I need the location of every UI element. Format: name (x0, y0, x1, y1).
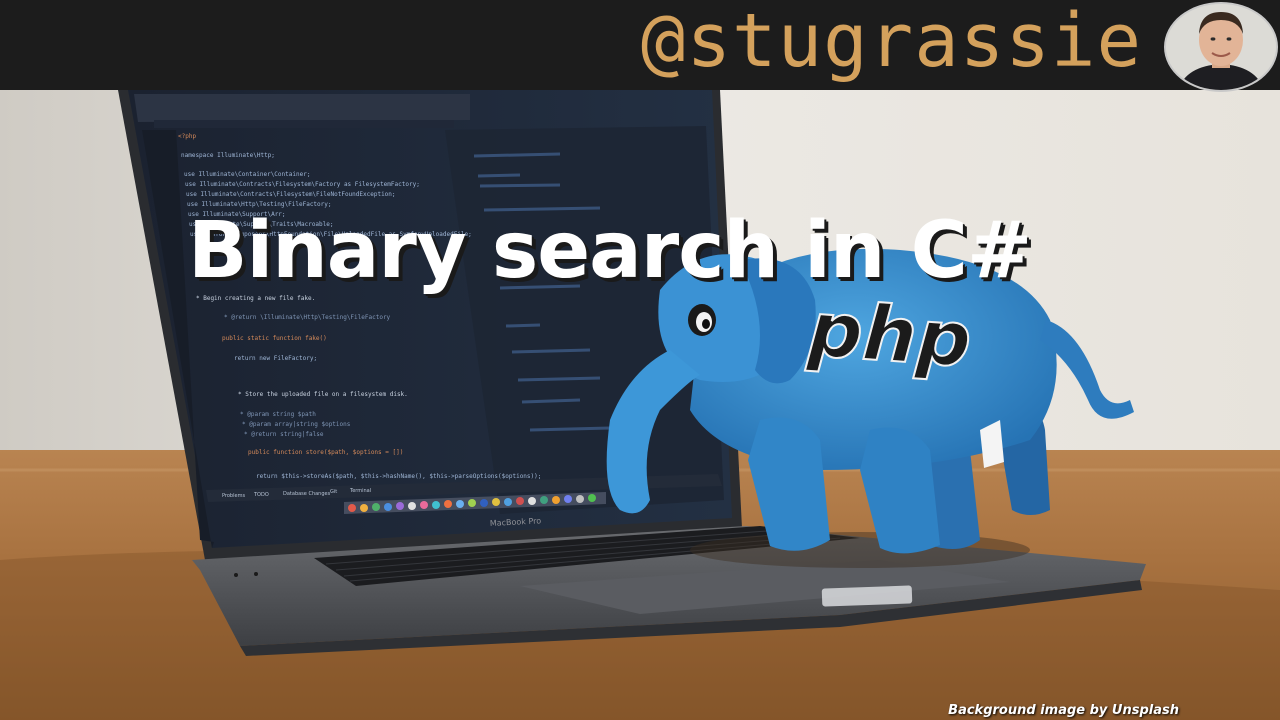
code-line: use Illuminate\Container\Container; (184, 171, 310, 178)
code-line: * @param array|string $options (242, 421, 351, 428)
code-line: return $this->storeAs($path, $this->hash… (256, 473, 541, 480)
code-line: use Illuminate\Contracts\Filesystem\File… (186, 191, 396, 198)
author-handle: @stugrassie (640, 0, 1142, 84)
code-line: * Store the uploaded file on a filesyste… (238, 391, 408, 398)
svg-text:php: php (805, 284, 975, 384)
code-line: return new FileFactory; (234, 355, 317, 362)
code-line: <?php (178, 133, 196, 140)
code-line: use Illuminate\Contracts\Filesystem\Fact… (185, 181, 420, 188)
code-line: * @return \Illuminate\Http\Testing\FileF… (224, 314, 391, 321)
status-item: TODO (253, 492, 269, 498)
code-line: * @return string|false (244, 431, 324, 438)
code-line: * Begin creating a new file fake. (196, 295, 315, 302)
status-item: Git (330, 489, 337, 495)
background-photo: <?php namespace Illuminate\Http; use Ill… (0, 90, 1280, 720)
code-line: public function store($path, $options = … (248, 449, 403, 456)
avatar-icon (1164, 2, 1278, 92)
page-title: Binary search in C# (188, 206, 1032, 296)
code-line: * @param string $path (240, 411, 316, 418)
header-bar: @stugrassie (0, 0, 1280, 92)
code-line: namespace Illuminate\Http; (181, 152, 275, 159)
status-item: Terminal (349, 488, 371, 494)
status-item: Database Changes (283, 491, 331, 497)
code-line: public static function fake() (222, 335, 327, 342)
status-item: Problems (222, 493, 245, 499)
image-credit: Background image by Unsplash (948, 703, 1179, 718)
